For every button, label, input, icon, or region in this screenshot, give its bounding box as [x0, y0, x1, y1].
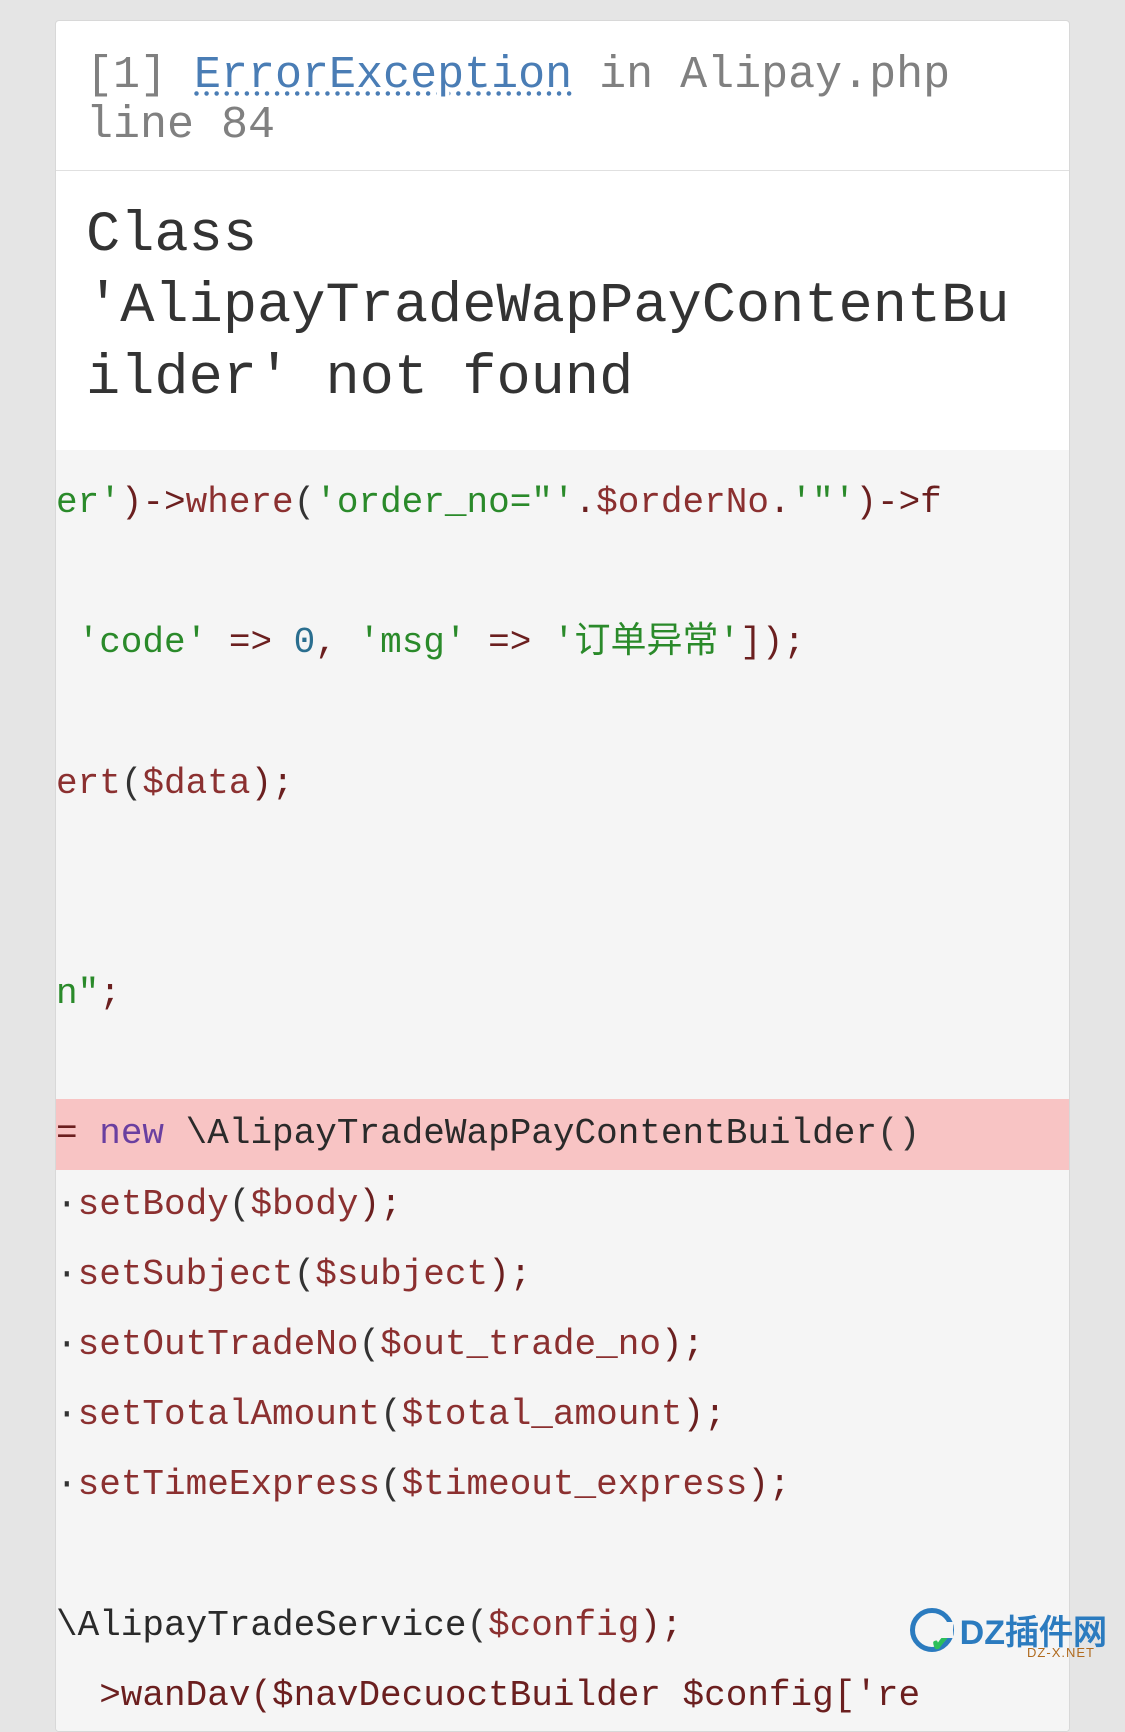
code-line-cutoff: >wanDav($navDecuoctBuilder $config['re	[56, 1661, 1069, 1731]
code-line: ert($data);	[56, 749, 1069, 819]
error-code: [1]	[86, 50, 167, 101]
code-block: er')->where('order_no="'.$orderNo.'"')->…	[56, 450, 1069, 1731]
code-line-blank	[56, 538, 1069, 608]
code-line: ·setTotalAmount($total_amount);	[56, 1380, 1069, 1450]
error-panel: [1] ErrorException in Alipay.php line 84…	[55, 20, 1070, 1732]
code-line: ·setTimeExpress($timeout_express);	[56, 1450, 1069, 1520]
code-line-blank	[56, 819, 1069, 889]
error-title-line: [1] ErrorException in Alipay.php line 84	[86, 51, 1039, 150]
watermark-logo-icon: ✔	[910, 1608, 954, 1652]
watermark-sub: DZ-X.NET	[1027, 1645, 1095, 1660]
in-word: in	[599, 50, 653, 101]
error-type-link[interactable]: ErrorException	[194, 50, 572, 101]
code-line: er')->where('order_no="'.$orderNo.'"')->…	[56, 468, 1069, 538]
check-icon: ✔	[931, 1629, 951, 1649]
code-line-blank	[56, 678, 1069, 748]
code-line: 'code' => 0, 'msg' => '订单异常']);	[56, 608, 1069, 678]
code-line: ·setSubject($subject);	[56, 1240, 1069, 1310]
error-message: Class 'AlipayTradeWapPayContentBuilder' …	[56, 171, 1069, 450]
error-header: [1] ErrorException in Alipay.php line 84	[56, 21, 1069, 171]
code-line: n";	[56, 959, 1069, 1029]
code-line-highlight: = new \AlipayTradeWapPayContentBuilder()	[56, 1099, 1069, 1169]
code-line-blank	[56, 1029, 1069, 1099]
code-line: ·setBody($body);	[56, 1170, 1069, 1240]
code-line-blank	[56, 1521, 1069, 1591]
code-line: ·setOutTradeNo($out_trade_no);	[56, 1310, 1069, 1380]
code-line-blank	[56, 889, 1069, 959]
